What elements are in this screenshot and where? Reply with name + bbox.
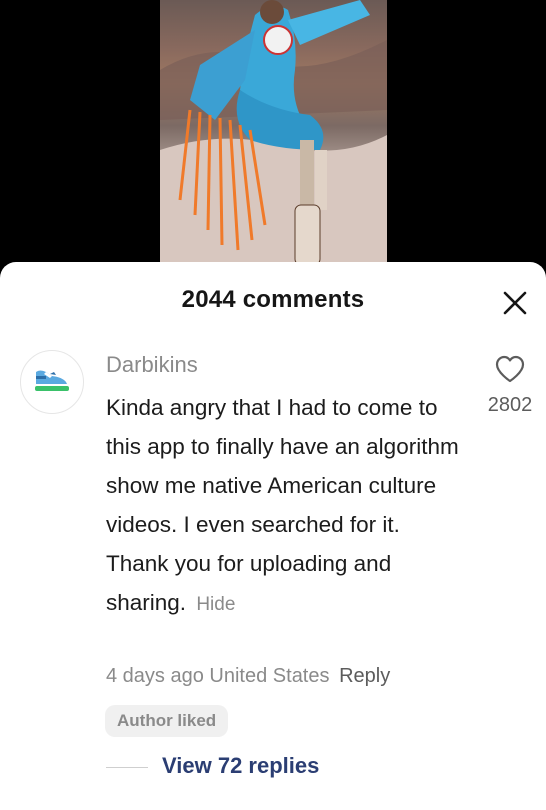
comment-username[interactable]: Darbikins xyxy=(106,352,198,378)
avatar[interactable] xyxy=(20,350,84,414)
close-icon[interactable] xyxy=(500,288,530,318)
sneaker-icon xyxy=(32,366,72,399)
video-player[interactable] xyxy=(0,0,546,280)
comments-sheet: 2044 comments Darbikins Kinda angry that… xyxy=(0,262,546,810)
like-count: 2802 xyxy=(487,394,533,416)
comments-title: 2044 comments xyxy=(181,286,365,313)
video-frame[interactable] xyxy=(160,0,387,280)
comment-location: United States xyxy=(209,665,330,687)
comment-body: Kinda angry that I had to come to this a… xyxy=(106,388,466,624)
heart-outline-icon[interactable] xyxy=(494,354,526,384)
comments-header: 2044 comments xyxy=(0,286,546,314)
comment-text: Kinda angry that I had to come to this a… xyxy=(106,395,459,615)
view-replies-button[interactable]: View 72 replies xyxy=(162,753,319,779)
comment-time: 4 days ago xyxy=(106,665,204,687)
video-thumbnail-image xyxy=(160,0,387,280)
reply-button[interactable]: Reply xyxy=(339,665,390,687)
comment-meta: 4 days ago United States Reply xyxy=(106,665,390,688)
hide-button[interactable]: Hide xyxy=(196,594,235,615)
replies-divider xyxy=(106,767,148,768)
author-liked-badge: Author liked xyxy=(105,705,229,737)
